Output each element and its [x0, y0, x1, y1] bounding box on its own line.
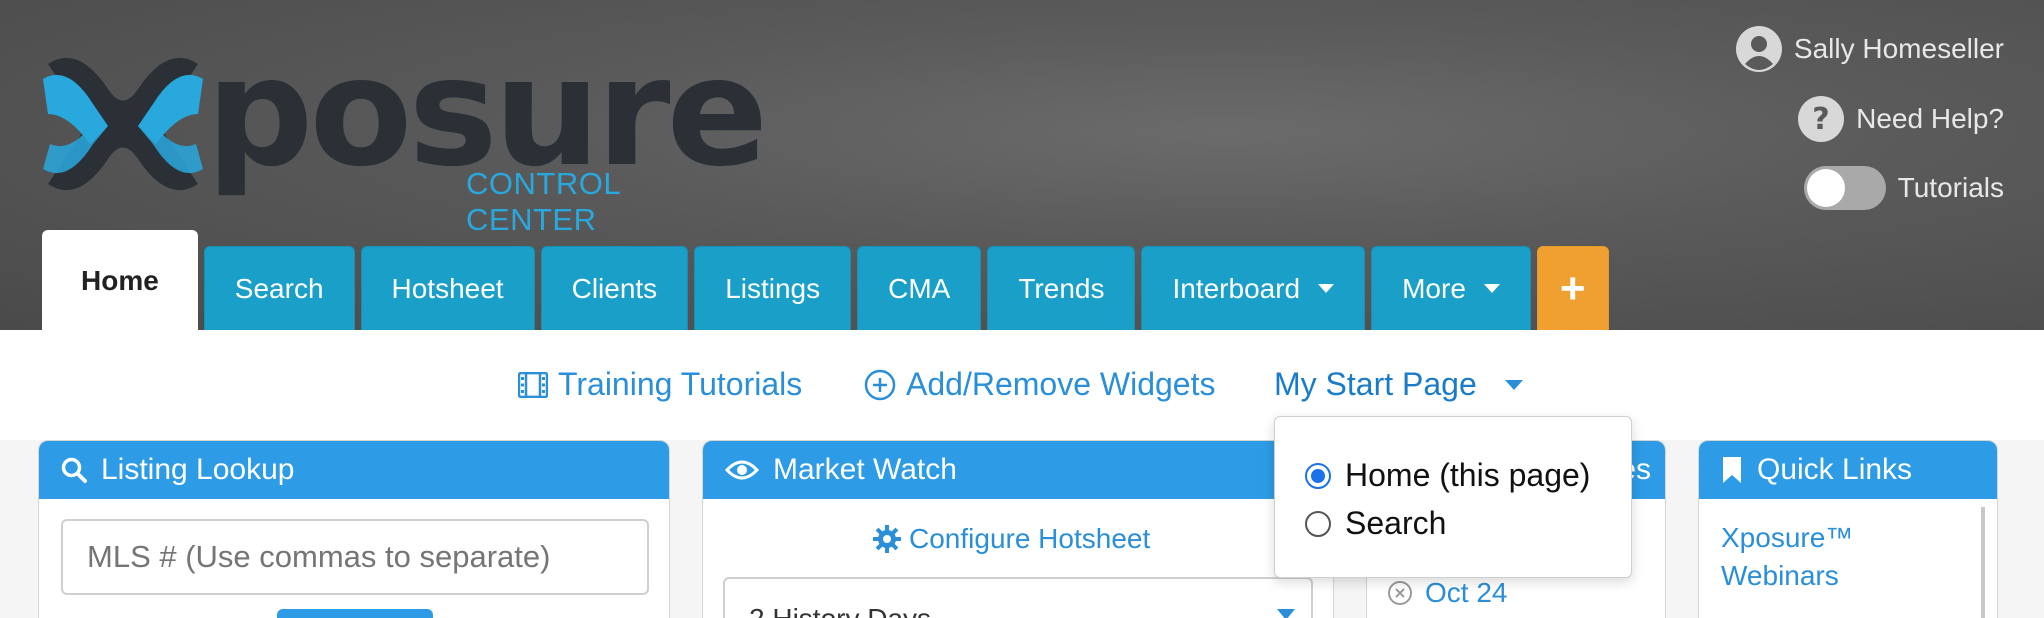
bookmark-icon [1723, 457, 1741, 483]
tab-home[interactable]: Home [42, 230, 198, 330]
tab-label: CMA [888, 272, 951, 304]
chevron-down-icon [1504, 379, 1523, 390]
quick-links-widget: Quick Links Xposure™ Webinars [1698, 440, 1998, 618]
film-icon [518, 371, 548, 398]
tab-cma[interactable]: CMA [857, 246, 982, 330]
user-menu[interactable]: Sally Homeseller [1735, 26, 2004, 72]
my-start-page-dropdown[interactable]: My Start Page [1274, 366, 1523, 403]
listing-lookup-widget: Listing Lookup [38, 440, 670, 618]
tab-label: Search [234, 272, 324, 304]
market-watch-widget: Market Watch Configure Hotsheet 2 Histor… [702, 440, 1334, 618]
start-page-option-home[interactable]: Home (this page) [1305, 457, 1590, 494]
tab-clients[interactable]: Clients [540, 246, 689, 330]
configure-hotsheet-label: Configure Hotsheet [909, 523, 1151, 554]
option-label: Home (this page) [1345, 457, 1591, 493]
radio-selected[interactable] [1305, 462, 1331, 489]
history-days-select[interactable]: 2 History Days [723, 577, 1313, 618]
search-icon [61, 457, 87, 483]
chevron-down-icon [1277, 609, 1295, 618]
xposure-logo[interactable]: posure CONTROL CENTER [38, 38, 768, 237]
training-tutorials-link[interactable]: Training Tutorials [518, 366, 802, 403]
widget-header: Market Watch [703, 441, 1333, 499]
user-name: Sally Homeseller [1793, 33, 2004, 64]
mls-number-input[interactable] [61, 519, 649, 595]
widget-title: Listing Lookup [101, 453, 295, 486]
tab-label: More [1402, 272, 1466, 304]
header-bar: posure CONTROL CENTER Sally Homeseller ?… [0, 0, 2044, 330]
add-remove-widgets-link[interactable]: Add/Remove Widgets [864, 366, 1215, 403]
widget-title: Quick Links [1757, 453, 1913, 486]
svg-text:?: ? [1812, 102, 1829, 137]
history-days-value: 2 History Days [749, 603, 931, 618]
eye-icon [725, 460, 759, 480]
radio-unselected[interactable] [1305, 510, 1331, 537]
start-page-menu: Home (this page) Search [1274, 416, 1632, 578]
user-avatar-icon [1735, 26, 1782, 72]
tab-label: Home [81, 264, 159, 296]
webinars-link[interactable]: Xposure™ Webinars [1721, 519, 1961, 595]
tab-search[interactable]: Search [203, 246, 355, 330]
tab-label: Trends [1018, 272, 1105, 304]
main-tabs: Home Search Hotsheet Clients Listings CM… [42, 230, 1609, 330]
tab-hotsheet[interactable]: Hotsheet [360, 246, 535, 330]
tab-label: Listings [725, 272, 821, 304]
lookup-button[interactable] [277, 609, 433, 618]
help-link[interactable]: ? Need Help? [1798, 96, 2004, 142]
chevron-down-icon [1483, 284, 1500, 293]
widget-header: Listing Lookup [39, 441, 669, 499]
question-icon: ? [1798, 96, 1845, 142]
help-label: Need Help? [1856, 103, 2004, 134]
start-page-option-search[interactable]: Search [1305, 505, 1446, 542]
tutorials-toggle-row: Tutorials [1803, 166, 2004, 210]
plus-icon: + [1559, 263, 1586, 313]
tab-label: Clients [571, 272, 658, 304]
widget-title: Market Watch [773, 453, 957, 486]
tab-trends[interactable]: Trends [987, 246, 1136, 330]
tab-label: Interboard [1172, 272, 1301, 304]
scrollbar[interactable] [1981, 507, 1985, 618]
widget-area: Listing Lookup Market Watch [0, 440, 2044, 618]
x-logo-icon [43, 57, 203, 191]
home-toolbar: Training Tutorials Add/Remove Widgets My… [0, 330, 2044, 440]
add-tab-button[interactable]: + [1536, 246, 1609, 330]
configure-hotsheet-link[interactable]: Configure Hotsheet [873, 523, 1150, 555]
tutorials-toggle[interactable] [1803, 166, 1886, 210]
date-label: Oct 24 [1425, 577, 1508, 608]
gear-icon [873, 525, 901, 553]
tutorials-label: Tutorials [1897, 172, 2004, 203]
plus-circle-icon [864, 369, 896, 400]
training-tutorials-label: Training Tutorials [558, 366, 803, 402]
tab-listings[interactable]: Listings [694, 246, 852, 330]
add-remove-widgets-label: Add/Remove Widgets [906, 366, 1216, 402]
option-label: Search [1345, 505, 1447, 541]
my-start-page-label: My Start Page [1274, 366, 1477, 402]
tab-interboard[interactable]: Interboard [1141, 246, 1366, 330]
close-circle-icon [1388, 581, 1412, 605]
chevron-down-icon [1318, 284, 1335, 293]
tab-more[interactable]: More [1371, 246, 1531, 330]
logo-subtitle: CONTROL CENTER [466, 166, 620, 237]
user-area: Sally Homeseller ? Need Help? Tutorials [1664, 0, 2044, 230]
widget-header: Quick Links [1699, 441, 1997, 499]
date-filter-item[interactable]: Oct 24 [1387, 577, 1507, 609]
tab-label: Hotsheet [391, 272, 504, 304]
